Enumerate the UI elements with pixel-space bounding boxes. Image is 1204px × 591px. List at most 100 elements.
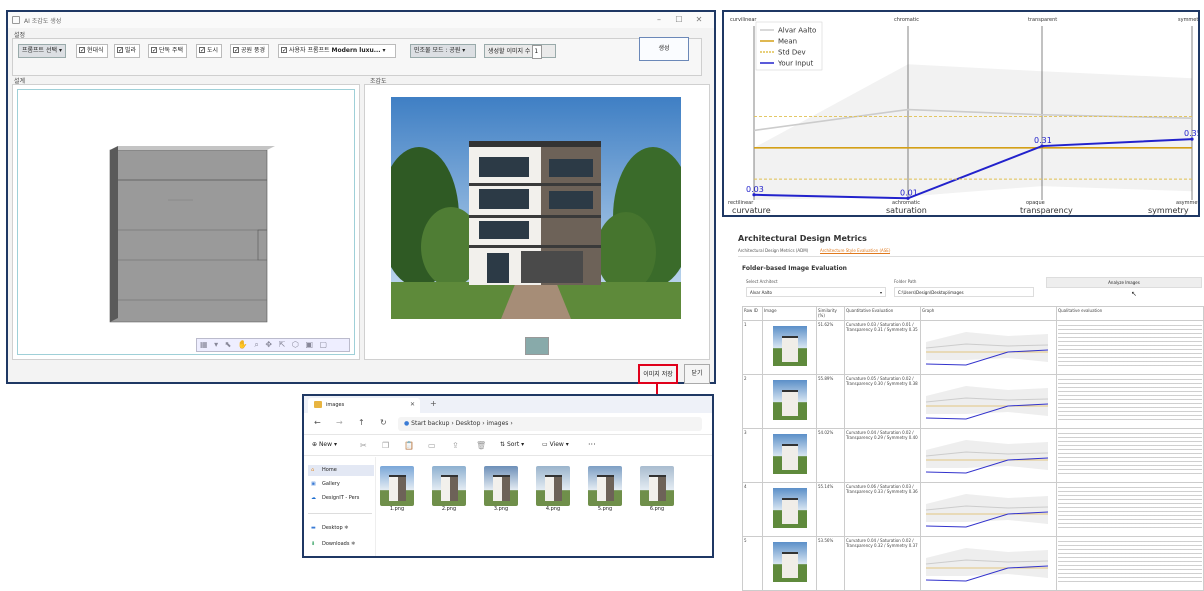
nav-onedrive[interactable]: ☁ DesignIT - Pers xyxy=(308,493,374,504)
file-item[interactable]: 2.png xyxy=(432,466,466,512)
nav-gallery[interactable]: ▣ Gallery xyxy=(308,479,374,490)
breadcrumb-start[interactable]: Start backup xyxy=(411,420,449,427)
new-tab-icon[interactable]: + xyxy=(430,399,437,408)
legend-label: Alvar Aalto xyxy=(778,27,816,35)
folder-path-input[interactable]: C:\Users\Design\Desktop\images xyxy=(894,287,1034,297)
checkbox-villa[interactable]: 빌라 xyxy=(114,44,141,58)
col-graph: Graph xyxy=(920,306,1057,321)
paste-icon[interactable]: 📋 xyxy=(404,441,414,450)
render-thumbnail[interactable] xyxy=(525,337,549,355)
explorer-addressbar: ← → ↑ ↻ ● Start backup › Desktop › image… xyxy=(304,413,712,435)
viewport-toolbar[interactable]: ▦ ▾ ⬉ ✋ ⌕ ✥ ⇱ ⬡ ▣ ▢ xyxy=(196,338,350,352)
breadcrumb-desktop[interactable]: Desktop xyxy=(456,420,481,427)
view-button[interactable]: ▭ View ▾ xyxy=(542,441,569,448)
image-count-input[interactable]: 1 xyxy=(532,45,543,59)
row-graph-svg xyxy=(925,440,1049,474)
breadcrumb-images[interactable]: images xyxy=(487,420,509,427)
close-icon[interactable]: ✕ xyxy=(692,14,706,26)
checkbox-modern[interactable]: 현대식 xyxy=(76,44,108,58)
checkbox-park[interactable]: 공원 풍경 xyxy=(230,44,269,58)
checkbox-city[interactable]: 도시 xyxy=(196,44,223,58)
cut-icon[interactable]: ✂ xyxy=(360,441,367,450)
close-button[interactable]: 닫기 xyxy=(684,364,710,384)
nav-downloads[interactable]: ⬇ Downloads ✱ xyxy=(308,539,374,550)
file-thumbnail xyxy=(432,466,466,506)
render-panel xyxy=(364,84,710,360)
table-header-row: Row ID Image Similarity (%) Quantitative… xyxy=(742,306,1204,321)
table-row: 4 55.14% Curvature 0.06 / Saturation 0.03 … xyxy=(742,482,1204,537)
up-icon[interactable]: ↑ xyxy=(358,418,365,427)
forward-icon[interactable]: → xyxy=(336,418,343,427)
file-name: 4.png xyxy=(545,506,561,512)
title-bar: AI 조감도 생성 – ☐ ✕ xyxy=(8,12,714,28)
select-architect-label: Select Architect xyxy=(746,279,778,284)
row-graph-svg xyxy=(925,386,1049,420)
row-graph-svg xyxy=(925,332,1049,366)
row-graph xyxy=(920,374,1057,429)
app-window: AI 조감도 생성 – ☐ ✕ 설정 프롬프트 선택 ▾ 현대식 빌라 단독 주… xyxy=(6,10,716,384)
explorer-tabbar: images ✕ + xyxy=(304,396,712,413)
table-row: 3 54.02% Curvature 0.04 / Saturation 0.02 … xyxy=(742,428,1204,483)
prompt-select[interactable]: 프롬프트 선택 ▾ xyxy=(18,44,66,58)
file-grid: 1.png 2.png 3.png 4.png 5.png 6.png xyxy=(380,466,710,546)
rename-icon[interactable]: ▭ xyxy=(428,441,436,450)
copy-icon[interactable]: ❐ xyxy=(382,441,389,450)
file-name: 5.png xyxy=(597,506,613,512)
new-button[interactable]: ⊕ New ▾ xyxy=(312,441,337,448)
file-item[interactable]: 1.png xyxy=(380,466,414,512)
maximize-icon[interactable]: ☐ xyxy=(672,14,686,26)
row-similarity: 53.56% xyxy=(816,536,845,591)
row-similarity: 51.62% xyxy=(816,320,845,375)
row-qualitative xyxy=(1056,320,1204,375)
analyze-images-button[interactable]: Analyze Images xyxy=(1046,277,1202,288)
folder-icon xyxy=(314,401,322,408)
nav-desktop[interactable]: ▬ Desktop ✱ xyxy=(308,523,374,534)
file-item[interactable]: 6.png xyxy=(640,466,674,512)
axis-top-label: chromatic xyxy=(894,17,919,23)
checkbox-user-prompt[interactable]: 사용자 프롬프트 Modern luxu... ▾ xyxy=(278,44,396,58)
view-select[interactable]: 민조물 모드 : 공원 ▾ xyxy=(410,44,476,58)
file-explorer-window: images ✕ + ← → ↑ ↻ ● Start backup › Desk… xyxy=(302,394,714,558)
explorer-tab[interactable]: images ✕ xyxy=(308,398,420,413)
results-table: Row ID Image Similarity (%) Quantitative… xyxy=(742,306,1204,591)
more-icon[interactable]: ··· xyxy=(588,440,596,449)
row-id: 2 xyxy=(742,374,763,429)
share-icon[interactable]: ⇪ xyxy=(452,441,459,450)
row-graph xyxy=(920,536,1057,591)
save-image-button[interactable]: 이미지 저장 xyxy=(638,364,678,384)
metrics-title: Architectural Design Metrics xyxy=(738,234,867,243)
cursor-icon: ↖ xyxy=(1131,290,1137,298)
row-similarity: 54.02% xyxy=(816,428,845,483)
file-item[interactable]: 3.png xyxy=(484,466,518,512)
sort-button[interactable]: ⇅ Sort ▾ xyxy=(500,441,524,448)
row-graph xyxy=(920,482,1057,537)
refresh-icon[interactable]: ↻ xyxy=(380,418,387,427)
tab-divider xyxy=(738,256,1204,257)
close-tab-icon[interactable]: ✕ xyxy=(410,401,415,408)
breadcrumb[interactable]: ● Start backup › Desktop › images › xyxy=(398,417,702,431)
viewport-3d[interactable]: ▦ ▾ ⬉ ✋ ⌕ ✥ ⇱ ⬡ ▣ ▢ xyxy=(17,89,355,355)
row-quant: Curvature 0.06 / Saturation 0.03 / Trans… xyxy=(844,482,921,537)
checkbox-house[interactable]: 단독 주택 xyxy=(148,44,187,58)
generate-button[interactable]: 생성 xyxy=(639,37,689,61)
design-panel: ▦ ▾ ⬉ ✋ ⌕ ✥ ⇱ ⬡ ▣ ▢ xyxy=(12,84,360,360)
nav-home[interactable]: ⌂ Home xyxy=(308,465,374,476)
row-graph xyxy=(920,428,1057,483)
delete-icon[interactable]: 🗑 xyxy=(476,441,486,450)
nav-divider xyxy=(308,513,372,514)
row-graph-svg xyxy=(925,548,1049,582)
back-icon[interactable]: ← xyxy=(314,418,321,427)
axis-category-label: curvature xyxy=(732,206,771,215)
row-image xyxy=(762,536,817,591)
tab-adm[interactable]: Architectural Design Metrics (ADM) xyxy=(738,248,808,253)
data-label: 0.35 xyxy=(1184,129,1198,138)
tab-ase[interactable]: Architecture Style Evaluation (ASE) xyxy=(820,248,891,254)
file-item[interactable]: 5.png xyxy=(588,466,622,512)
row-graph-svg xyxy=(925,494,1049,528)
minimize-icon[interactable]: – xyxy=(652,14,666,26)
select-architect[interactable]: Alvar Aalto ▾ xyxy=(746,287,886,297)
file-item[interactable]: 4.png xyxy=(536,466,570,512)
prompt-select-label: 프롬프트 선택 xyxy=(22,47,58,54)
row-id: 5 xyxy=(742,536,763,591)
variation-band xyxy=(754,64,1192,200)
